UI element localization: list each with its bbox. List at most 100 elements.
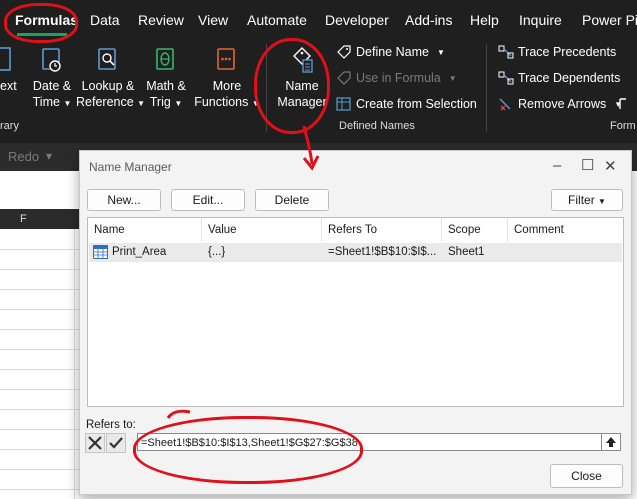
date-time-button[interactable]: Date & Time ▼ [30,46,74,112]
row-scope-cell: Sheet1 [448,246,485,258]
collapse-arrow-icon [606,437,616,447]
grid-row-line [0,489,80,490]
tab-review[interactable]: Review [138,12,184,28]
name-manager-label-1: Name [285,79,319,93]
date-time-label-2: Time [32,95,60,109]
column-header-comment[interactable]: Comment [508,218,623,242]
ribbon-tabs: Formulas Data Review View Automate Devel… [0,0,637,40]
calendar-clock-icon [42,48,61,72]
collapse-dialog-button[interactable] [601,433,621,451]
more-functions-icon [217,48,235,70]
row-refers-to-cell: =Sheet1!$B$10:$I$... [328,246,437,258]
tab-inquire[interactable]: Inquire [519,12,562,28]
row-value-cell: {...} [208,246,226,258]
name-manager-label-2: Manager [277,95,327,109]
grid-row-line [0,269,80,270]
tab-developer[interactable]: Developer [325,12,389,28]
maximize-icon[interactable]: ☐ [581,156,594,174]
chevron-down-icon: ▼ [448,73,457,83]
grid-row-line [0,329,80,330]
grid-row-line [0,369,80,370]
lookup-reference-button[interactable]: Lookup & Reference ▼ [76,46,145,112]
table-row[interactable]: Print_Area {...} =Sheet1!$B$10:$I$... Sh… [89,243,622,262]
tab-formulas[interactable]: Formulas [15,12,78,28]
trace-precedents-button[interactable]: Trace Precedents [498,45,616,59]
create-from-selection-button[interactable]: Create from Selection [336,97,477,111]
chevron-down-icon: ▼ [63,99,72,108]
redo-dropdown-icon[interactable]: ▾ [46,149,52,163]
chevron-down-icon: ▼ [251,99,260,108]
math-trig-label-2: Trig [149,95,171,109]
tab-view[interactable]: View [198,12,228,28]
defined-names-group-label: Defined Names [339,120,415,132]
grid-row-line [0,469,80,470]
annotation-stroke [166,409,191,419]
minimize-icon[interactable]: – [553,157,561,174]
column-header-scope[interactable]: Scope [442,218,508,242]
refers-to-input[interactable]: =Sheet1!$B$10:$I$13,Sheet1!$G$27:$G$38 [137,433,604,451]
use-in-formula-label: Use in Formula [356,71,441,85]
tab-help[interactable]: Help [470,12,499,28]
grid-row-line [0,409,80,410]
checkmark-icon [109,437,123,449]
chevron-down-icon: ▼ [436,47,445,57]
lookup-label-1: Lookup & [81,79,135,93]
trace-dependents-label: Trace Dependents [518,71,621,85]
tab-power-pivot[interactable]: Power Pi [582,12,637,28]
grid-row-line [0,389,80,390]
grid-row-line [0,449,80,450]
trace-precedents-label: Trace Precedents [518,45,617,59]
grid-row-line [0,349,80,350]
tab-automate[interactable]: Automate [247,12,307,28]
group-separator [486,44,487,132]
new-button[interactable]: New... [87,189,161,211]
tab-data[interactable]: Data [90,12,120,28]
create-from-selection-label: Create from Selection [356,97,477,111]
refers-to-label: Refers to: [86,419,136,431]
more-functions-label-1: More [212,79,242,93]
trace-dependents-button[interactable]: Trace Dependents [498,71,620,85]
text-functions-button[interactable]: ext [0,46,22,94]
name-manager-button[interactable]: Name Manager [272,46,332,110]
active-tab-indicator [17,33,67,36]
remove-arrows-icon [499,98,511,111]
trace-precedents-icon [498,45,514,59]
show-formulas-icon[interactable] [616,97,636,111]
define-name-button[interactable]: Define Name ▼ [336,45,445,59]
grid-row-line [0,289,80,290]
confirm-edit-button[interactable] [106,433,126,453]
chevron-down-icon: ▼ [174,99,183,108]
table-range-icon [93,245,108,259]
remove-arrows-button[interactable]: Remove Arrows ▼ [498,97,622,111]
group-separator [266,44,267,132]
grid-row-line [0,309,80,310]
filter-button[interactable]: Filter ▼ [551,189,623,211]
tag-icon [337,45,351,59]
math-trig-button[interactable]: Math & Trig ▼ [142,46,190,112]
redo-button[interactable]: Redo [8,149,39,164]
function-library-group-label: rary [0,120,19,132]
magnifier-book-icon [98,48,116,70]
create-from-selection-icon [336,97,351,111]
remove-arrows-label: Remove Arrows [518,97,607,111]
tab-add-ins[interactable]: Add-ins [405,12,452,28]
delete-button[interactable]: Delete [255,189,329,211]
formula-bar-area [0,171,80,209]
close-icon[interactable]: ✕ [604,157,617,175]
edit-button[interactable]: Edit... [171,189,245,211]
math-trig-label-1: Math & [146,79,186,93]
column-header-name[interactable]: Name [88,218,202,242]
column-header-refers-to[interactable]: Refers To [322,218,442,242]
column-header-f[interactable]: F [20,213,27,225]
more-functions-button[interactable]: More Functions ▼ [192,46,262,112]
names-list[interactable]: Name Value Refers To Scope Comment Print… [87,217,624,407]
use-in-formula-button[interactable]: Use in Formula ▼ [336,71,457,85]
cancel-edit-button[interactable] [85,433,105,453]
dialog-title: Name Manager [89,160,172,174]
text-icon [0,47,11,71]
close-button[interactable]: Close [550,464,623,488]
column-header-strip: F [0,209,80,229]
ribbon: Formulas Data Review View Automate Devel… [0,0,637,143]
grid-row-line [0,249,80,250]
column-header-value[interactable]: Value [202,218,322,242]
